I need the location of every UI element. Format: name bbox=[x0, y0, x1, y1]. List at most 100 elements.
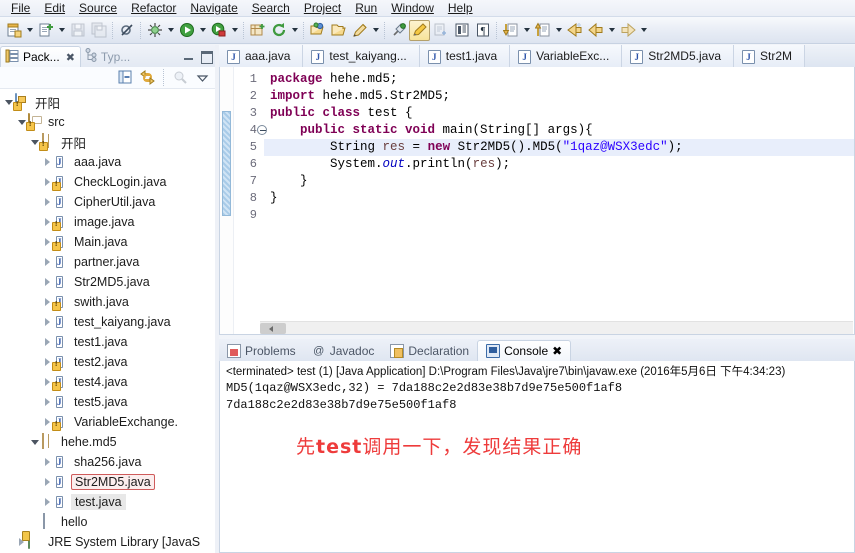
menu-window[interactable]: Window bbox=[384, 0, 441, 16]
collapse-all-icon[interactable] bbox=[116, 69, 134, 87]
tree-item-[interactable]: 开阳 bbox=[0, 132, 215, 152]
save-all-icon[interactable] bbox=[88, 20, 109, 41]
code-line[interactable]: } bbox=[264, 173, 854, 190]
next-edit-icon[interactable] bbox=[500, 20, 521, 41]
close-icon[interactable]: ✖ bbox=[552, 344, 562, 358]
expand-arrow-icon[interactable] bbox=[41, 332, 54, 352]
tab-problems[interactable]: Problems bbox=[219, 340, 304, 361]
run-icon[interactable] bbox=[176, 20, 197, 41]
menu-help[interactable]: Help bbox=[441, 0, 480, 16]
expand-arrow-icon[interactable] bbox=[41, 252, 54, 272]
run-external-dropdown-icon[interactable] bbox=[229, 20, 240, 41]
code-line[interactable]: import hehe.md5.Str2MD5; bbox=[264, 88, 854, 105]
tree-item-image-java[interactable]: image.java bbox=[0, 212, 215, 232]
tree-item-checklogin-java[interactable]: CheckLogin.java bbox=[0, 172, 215, 192]
tree-item-str2md5-java[interactable]: Str2MD5.java bbox=[0, 272, 215, 292]
menu-run[interactable]: Run bbox=[348, 0, 384, 16]
tree-item-[interactable]: 开阳 bbox=[0, 92, 215, 112]
editor-tab-bar[interactable]: aaa.java test_kaiyang... test1.java Variabl… bbox=[219, 45, 855, 67]
run-dropdown-icon[interactable] bbox=[197, 20, 208, 41]
debug-icon[interactable] bbox=[144, 20, 165, 41]
collapse-arrow-icon[interactable] bbox=[28, 432, 41, 452]
show-pilcrow-icon[interactable]: ¶ bbox=[472, 20, 493, 41]
code-line[interactable]: public static void main(String[] args){ bbox=[264, 122, 854, 139]
new-dropdown-icon[interactable] bbox=[24, 20, 35, 41]
next-edit-dropdown-icon[interactable] bbox=[521, 20, 532, 41]
tree-item-src[interactable]: src bbox=[0, 112, 215, 132]
open-type-icon[interactable] bbox=[307, 20, 328, 41]
previous-edit-dropdown-icon[interactable] bbox=[553, 20, 564, 41]
console-tab-bar[interactable]: Problems Javadoc Declaration Console ✖ bbox=[219, 339, 855, 361]
tree-item-test-kaiyang-java[interactable]: test_kaiyang.java bbox=[0, 312, 215, 332]
tree-item-aaa-java[interactable]: aaa.java bbox=[0, 152, 215, 172]
expand-arrow-icon[interactable] bbox=[41, 452, 54, 472]
tree-item-swith-java[interactable]: swith.java bbox=[0, 292, 215, 312]
menu-source[interactable]: Source bbox=[72, 0, 124, 16]
tab-javadoc[interactable]: Javadoc bbox=[304, 340, 383, 361]
search-dropdown-icon[interactable] bbox=[370, 20, 381, 41]
forward-nav-icon[interactable] bbox=[617, 20, 638, 41]
tab-declaration[interactable]: Declaration bbox=[382, 340, 477, 361]
code-line[interactable]: } bbox=[264, 190, 854, 207]
toggle-breakpoint-icon[interactable] bbox=[116, 20, 137, 41]
editor-tab-aaa-java[interactable]: aaa.java bbox=[219, 45, 304, 67]
previous-edit-icon[interactable] bbox=[532, 20, 553, 41]
expand-arrow-icon[interactable] bbox=[41, 472, 54, 492]
tree-item-test-java[interactable]: test.java bbox=[0, 492, 215, 512]
menu-refactor[interactable]: Refactor bbox=[124, 0, 183, 16]
new-java-file-icon[interactable] bbox=[35, 20, 56, 41]
editor-tab-test1-java[interactable]: test1.java bbox=[419, 45, 511, 67]
expand-arrow-icon[interactable] bbox=[41, 272, 54, 292]
expand-arrow-icon[interactable] bbox=[41, 192, 54, 212]
maximize-icon[interactable] bbox=[199, 48, 213, 64]
menu-file[interactable]: File bbox=[4, 0, 37, 16]
minimize-icon[interactable] bbox=[182, 48, 196, 62]
code-editor[interactable]: 123456789 package hehe.md5; import hehe.m… bbox=[219, 67, 855, 335]
editor-tab-test-kaiyang[interactable]: test_kaiyang... bbox=[303, 45, 420, 67]
debug-dropdown-icon[interactable] bbox=[165, 20, 176, 41]
tree-item-test2-java[interactable]: test2.java bbox=[0, 352, 215, 372]
tree-item-partner-java[interactable]: partner.java bbox=[0, 252, 215, 272]
search-pencil-icon[interactable] bbox=[349, 20, 370, 41]
open-resource-icon[interactable] bbox=[328, 20, 349, 41]
focus-on-active-task-icon[interactable] bbox=[171, 69, 189, 87]
tab-type-hierarchy[interactable]: Typ... bbox=[81, 46, 135, 67]
new-java-package-icon[interactable] bbox=[247, 20, 268, 41]
tab-console[interactable]: Console ✖ bbox=[477, 340, 572, 361]
project-tree[interactable]: 开阳 src 开阳 aaa.java CheckLogin.java CipherUtil… bbox=[0, 89, 215, 553]
tree-item-test4-java[interactable]: test4.java bbox=[0, 372, 215, 392]
tab-package-explorer[interactable]: Pack... ✖ bbox=[0, 46, 81, 67]
back-nav-icon[interactable] bbox=[585, 20, 606, 41]
code-line[interactable]: String res = new Str2MD5().MD5("1qaz@WSX… bbox=[264, 139, 854, 156]
forward-nav-dropdown-icon[interactable] bbox=[638, 20, 649, 41]
tree-item-hello[interactable]: hello bbox=[0, 512, 215, 532]
run-external-tools-icon[interactable] bbox=[208, 20, 229, 41]
close-icon[interactable]: ✖ bbox=[66, 51, 75, 64]
code-line[interactable]: public class test { bbox=[264, 105, 854, 122]
code-line[interactable]: package hehe.md5; bbox=[264, 71, 854, 88]
back-icon[interactable] bbox=[564, 20, 585, 41]
editor-tab-variableexc[interactable]: VariableExc... bbox=[510, 45, 623, 67]
expand-arrow-icon[interactable] bbox=[41, 392, 54, 412]
view-menu-icon[interactable] bbox=[193, 69, 211, 87]
refresh-dropdown-icon[interactable] bbox=[289, 20, 300, 41]
tree-item-sha256-java[interactable]: sha256.java bbox=[0, 452, 215, 472]
menu-project[interactable]: Project bbox=[297, 0, 348, 16]
expand-arrow-icon[interactable] bbox=[41, 492, 54, 512]
tree-item-str2md5-java[interactable]: Str2MD5.java bbox=[0, 472, 215, 492]
editor-horizontal-scrollbar[interactable] bbox=[260, 321, 853, 334]
refresh-icon[interactable] bbox=[268, 20, 289, 41]
show-whitespace-icon[interactable] bbox=[451, 20, 472, 41]
tree-item-cipherutil-java[interactable]: CipherUtil.java bbox=[0, 192, 215, 212]
link-with-editor-icon[interactable] bbox=[138, 69, 156, 87]
code-line[interactable] bbox=[264, 207, 854, 224]
tree-item-test5-java[interactable]: test5.java bbox=[0, 392, 215, 412]
tree-item-test1-java[interactable]: test1.java bbox=[0, 332, 215, 352]
new-java-file-dropdown-icon[interactable] bbox=[56, 20, 67, 41]
menu-navigate[interactable]: Navigate bbox=[183, 0, 244, 16]
editor-tab-str2md5-java[interactable]: Str2MD5.java bbox=[622, 45, 734, 67]
console-output-pane[interactable]: <terminated> test (1) [Java Application]… bbox=[219, 361, 855, 553]
code-line[interactable]: System.out.println(res); bbox=[264, 156, 854, 173]
mark-occurrences-icon[interactable] bbox=[409, 19, 430, 41]
editor-source-text[interactable]: package hehe.md5; import hehe.md5.Str2MD5… bbox=[264, 67, 854, 320]
